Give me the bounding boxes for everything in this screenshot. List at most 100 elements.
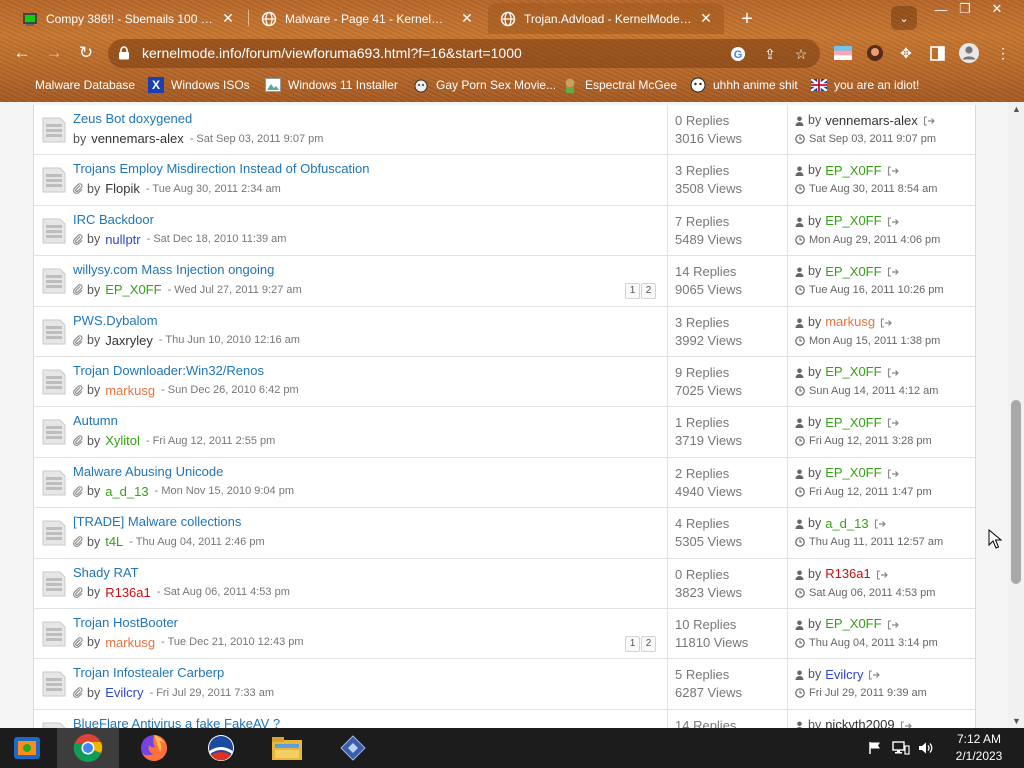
obama-icon[interactable] [190,728,252,768]
topic-author-link[interactable]: Xylitol [105,433,140,448]
network-icon[interactable] [890,739,912,757]
go-to-last-post-icon[interactable] [887,367,899,378]
go-to-last-post-icon[interactable] [887,165,899,176]
bookmark-star-icon[interactable]: ☆ [791,44,811,64]
go-to-last-post-icon[interactable] [887,468,899,479]
virtualbox-icon[interactable] [0,728,54,768]
topic-title-link[interactable]: [TRADE] Malware collections [73,514,241,529]
close-tab-icon[interactable]: ✕ [220,10,236,27]
action-center-flag-icon[interactable] [866,739,884,757]
new-tab-button[interactable]: + [734,6,760,32]
topic-title-link[interactable]: Zeus Bot doxygened [73,111,192,126]
bookmark-you-are-an-idiot[interactable]: you are an idiot! [811,75,919,95]
last-post-author-link[interactable]: EP_X0FF [825,465,881,480]
last-post-author-link[interactable]: markusg [825,314,875,329]
bookmark-anime[interactable]: uhhh anime shit [690,75,798,95]
topic-title-link[interactable]: Malware Abusing Unicode [73,464,223,479]
system-clock[interactable]: 7:12 AM 2/1/2023 [944,731,1014,765]
volume-icon[interactable] [916,739,936,757]
tab-trojan-advload[interactable]: Trojan.Advload - KernelMode.info ✕ [488,3,724,34]
restore-icon[interactable]: ❐ [950,0,980,18]
profile-icon[interactable] [958,42,980,64]
topic-title-link[interactable]: BlueFlare Antivirus a fake FakeAV ? [73,716,280,728]
share-icon[interactable]: ⇪ [760,44,780,64]
go-to-last-post-icon[interactable] [887,216,899,227]
go-to-last-post-icon[interactable] [887,266,899,277]
last-post-author-link[interactable]: EP_X0FF [825,364,881,379]
scroll-up-icon[interactable]: ▲ [1012,104,1021,114]
address-bar[interactable]: kernelmode.info/forum/viewforuma693.html… [108,39,820,68]
last-post-author-link[interactable]: a_d_13 [825,516,868,531]
topic-title-link[interactable]: Trojan HostBooter [73,615,178,630]
last-post-author-link[interactable]: EP_X0FF [825,163,881,178]
topic-author-link[interactable]: markusg [105,383,155,398]
topic-title-link[interactable]: willysy.com Mass Injection ongoing [73,262,274,277]
topic-author-link[interactable]: markusg [105,635,155,650]
bookmark-espectral-mcgee[interactable]: Espectral McGee [562,75,677,95]
topic-title-link[interactable]: Trojans Employ Misdirection Instead of O… [73,161,370,176]
topic-author-link[interactable]: EP_X0FF [105,282,161,297]
go-to-last-post-icon[interactable] [887,619,899,630]
topic-author-link[interactable]: nullptr [105,232,140,247]
last-post-author-link[interactable]: R136a1 [825,566,871,581]
topic-author-link[interactable]: Flopik [105,181,140,196]
close-tab-icon[interactable]: ✕ [698,10,714,27]
go-to-last-post-icon[interactable] [876,569,888,580]
page-link[interactable]: 1 [625,635,640,652]
chrome-icon[interactable] [57,728,119,768]
page-link[interactable]: 1 [625,283,640,300]
menu-kebab-icon[interactable]: ⋮ [992,42,1014,64]
topic-title-link[interactable]: Trojan Infostealer Carberp [73,665,224,680]
kernel-debugger-icon[interactable] [322,728,384,768]
topic-author-link[interactable]: R136a1 [105,585,151,600]
bookmark-windows-isos[interactable]: X Windows ISOs [148,75,250,95]
page-link[interactable]: 2 [641,283,656,300]
last-post-author-link[interactable]: nickyth2009 [825,717,894,728]
file-explorer-icon[interactable] [256,728,318,768]
bookmark-malware-database[interactable]: Malware Database [12,75,135,95]
last-post-author-link[interactable]: EP_X0FF [825,415,881,430]
firefox-icon[interactable] [123,728,185,768]
tab-compy[interactable]: Compy 386!! - Sbemails 100 - flash ✕ [10,3,246,34]
google-lens-icon[interactable]: G [728,44,748,64]
close-window-icon[interactable]: ✕ [982,0,1012,18]
reload-icon[interactable]: ↻ [73,40,99,66]
last-post-author-link[interactable]: EP_X0FF [825,616,881,631]
bookmark-movie[interactable]: Gay Porn Sex Movie... [413,75,556,95]
tab-malware-page[interactable]: Malware - Page 41 - KernelMode.info ✕ [249,3,485,34]
topic-title-link[interactable]: IRC Backdoor [73,212,154,227]
go-to-last-post-icon[interactable] [900,720,912,728]
scroll-down-icon[interactable]: ▼ [1012,716,1021,726]
avatar-extension-icon[interactable] [864,42,886,64]
topic-title-link[interactable]: Trojan Downloader:Win32/Renos [73,363,264,378]
side-panel-icon[interactable] [926,42,948,64]
topic-author-link[interactable]: Jaxryley [105,333,153,348]
last-post-author-link[interactable]: EP_X0FF [825,213,881,228]
go-to-last-post-icon[interactable] [923,115,935,126]
go-to-last-post-icon[interactable] [880,317,892,328]
page-link[interactable]: 2 [641,635,656,652]
extensions-puzzle-icon[interactable]: ✥ [895,42,917,64]
topic-title-link[interactable]: PWS.Dybalom [73,313,158,328]
go-to-last-post-icon[interactable] [887,417,899,428]
go-to-last-post-icon[interactable] [874,518,886,529]
topic-author-link[interactable]: a_d_13 [105,484,148,499]
close-tab-icon[interactable]: ✕ [459,10,475,27]
go-to-last-post-icon[interactable] [868,669,881,680]
last-post-author-link[interactable]: vennemars-alex [825,113,918,128]
bookmark-windows-11-installer[interactable]: Windows 11 Installer [265,75,398,95]
tab-search-chevron-icon[interactable]: ⌄ [891,6,917,30]
back-arrow-icon[interactable]: ← [9,40,35,66]
last-post-author-link[interactable]: Evilcry [825,667,863,682]
flag-extension-icon[interactable] [832,42,854,64]
topic-stats: 1 Replies 3719 Views [667,407,787,457]
page-scrollbar[interactable]: ▲ ▼ [1008,102,1024,728]
topic-author-link[interactable]: Evilcry [105,685,143,700]
topic-title-link[interactable]: Autumn [73,413,118,428]
scrollbar-thumb[interactable] [1011,400,1021,584]
forward-arrow-icon[interactable]: → [41,40,67,66]
topic-title-link[interactable]: Shady RAT [73,565,139,580]
topic-author-link[interactable]: vennemars-alex [91,131,184,146]
topic-author-link[interactable]: t4L [105,534,123,549]
last-post-author-link[interactable]: EP_X0FF [825,264,881,279]
